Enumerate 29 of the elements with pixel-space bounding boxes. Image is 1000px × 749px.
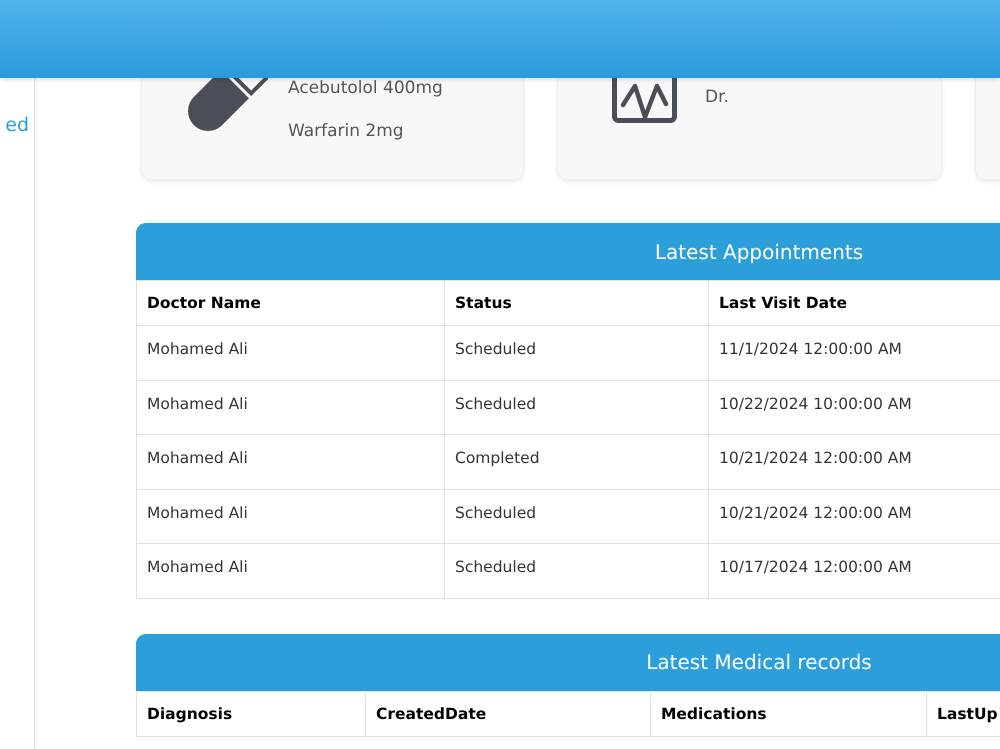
table-cell: Completed (444, 434, 708, 489)
card-text: Acebutolol 400mg (288, 78, 443, 98)
table-cell: Scheduled (444, 380, 708, 434)
table-cell: Scheduled (444, 326, 708, 380)
table-cell: Mohamed Ali (136, 380, 444, 434)
table-cell: Scheduled (444, 489, 708, 544)
table-cell: Mohamed Ali (136, 434, 444, 489)
table-cell: 10/21/2024 12:00:00 AM (708, 489, 1000, 544)
table-cell: 10/21/2024 12:00:00 AM (708, 434, 1000, 489)
column-header: LastUp (926, 691, 1000, 736)
table-cell: 10/17/2024 12:00:00 AM (708, 544, 1000, 598)
capsule-icon (187, 78, 268, 132)
table-cell: Mohamed Ali (136, 489, 444, 544)
table-cell: 11/1/2024 12:00:00 AM (708, 326, 1000, 380)
column-header: Medications (650, 691, 926, 736)
table-cell: 10/22/2024 10:00:00 AM (708, 380, 1000, 434)
table-cell: Mohamed Ali (136, 326, 444, 380)
column-header: Status (444, 280, 708, 326)
card-text: Warfarin 2mg (288, 121, 405, 141)
column-header: Last Visit Date (708, 280, 1000, 326)
column-header: Doctor Name (136, 280, 444, 326)
table-header-bar: Latest Appointments (136, 223, 1000, 280)
table-cell: Scheduled (444, 544, 708, 598)
card-text: Dr. (705, 87, 729, 107)
table-cell: Mohamed Ali (136, 544, 444, 598)
table-header-bar: Latest Medical records (136, 634, 1000, 690)
column-header: Diagnosis (136, 691, 366, 736)
sidebar-link[interactable]: ed (5, 113, 29, 137)
column-header: CreatedDate (366, 691, 650, 736)
